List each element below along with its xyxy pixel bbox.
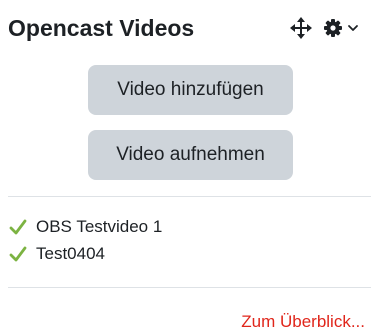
- gear-icon[interactable]: [323, 16, 343, 40]
- block-title: Opencast Videos: [8, 15, 195, 41]
- divider: [8, 287, 371, 288]
- opencast-block: Opencast Videos Video hinzufügen Video a…: [0, 0, 371, 336]
- video-title: Test0404: [36, 243, 105, 263]
- check-icon: [8, 244, 28, 264]
- add-video-button[interactable]: Video hinzufügen: [88, 65, 293, 115]
- move-icon[interactable]: [289, 16, 313, 40]
- overview-link[interactable]: Zum Überblick...: [241, 312, 365, 332]
- video-list-item[interactable]: OBS Testvideo 1: [8, 213, 162, 240]
- video-list: OBS Testvideo 1 Test0404: [8, 213, 162, 267]
- chevron-down-icon[interactable]: [347, 16, 359, 40]
- video-title: OBS Testvideo 1: [36, 216, 163, 236]
- divider: [8, 196, 371, 197]
- block-controls: [289, 16, 359, 40]
- check-icon: [8, 217, 28, 237]
- record-video-button[interactable]: Video aufnehmen: [88, 130, 293, 180]
- video-list-item[interactable]: Test0404: [8, 240, 162, 267]
- block-header: Opencast Videos: [8, 10, 363, 46]
